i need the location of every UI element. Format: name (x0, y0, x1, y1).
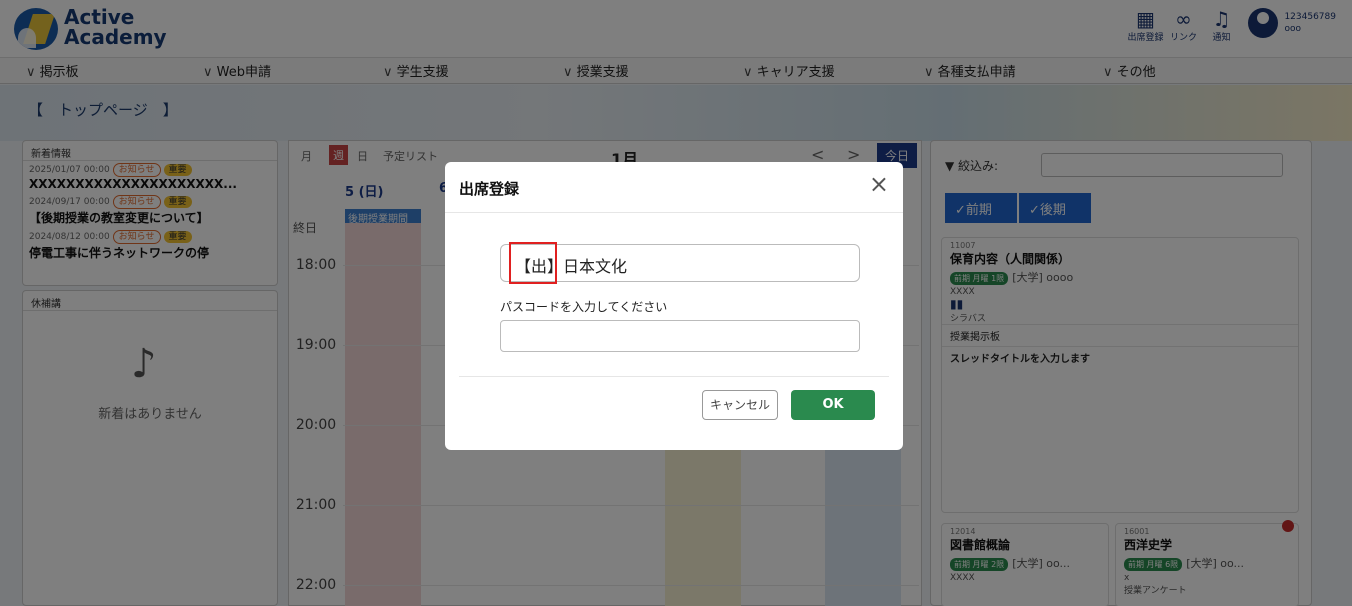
divider (459, 376, 889, 377)
attendance-dialog: 出席登録 × 【出】日本文化 パスコードを入力してください キャンセル OK (445, 162, 903, 450)
ok-button[interactable]: OK (791, 390, 875, 420)
dialog-title: 出席登録 (459, 180, 520, 198)
highlight-box (509, 242, 557, 284)
cancel-button[interactable]: キャンセル (702, 390, 778, 420)
passcode-input[interactable] (500, 320, 860, 352)
close-icon[interactable]: × (869, 172, 889, 196)
page: Active Academy ▦ 出席登録 ∞ リンク ♫ 通知 1234567… (0, 0, 1352, 606)
passcode-label: パスコードを入力してください (500, 300, 668, 314)
divider (445, 212, 903, 213)
